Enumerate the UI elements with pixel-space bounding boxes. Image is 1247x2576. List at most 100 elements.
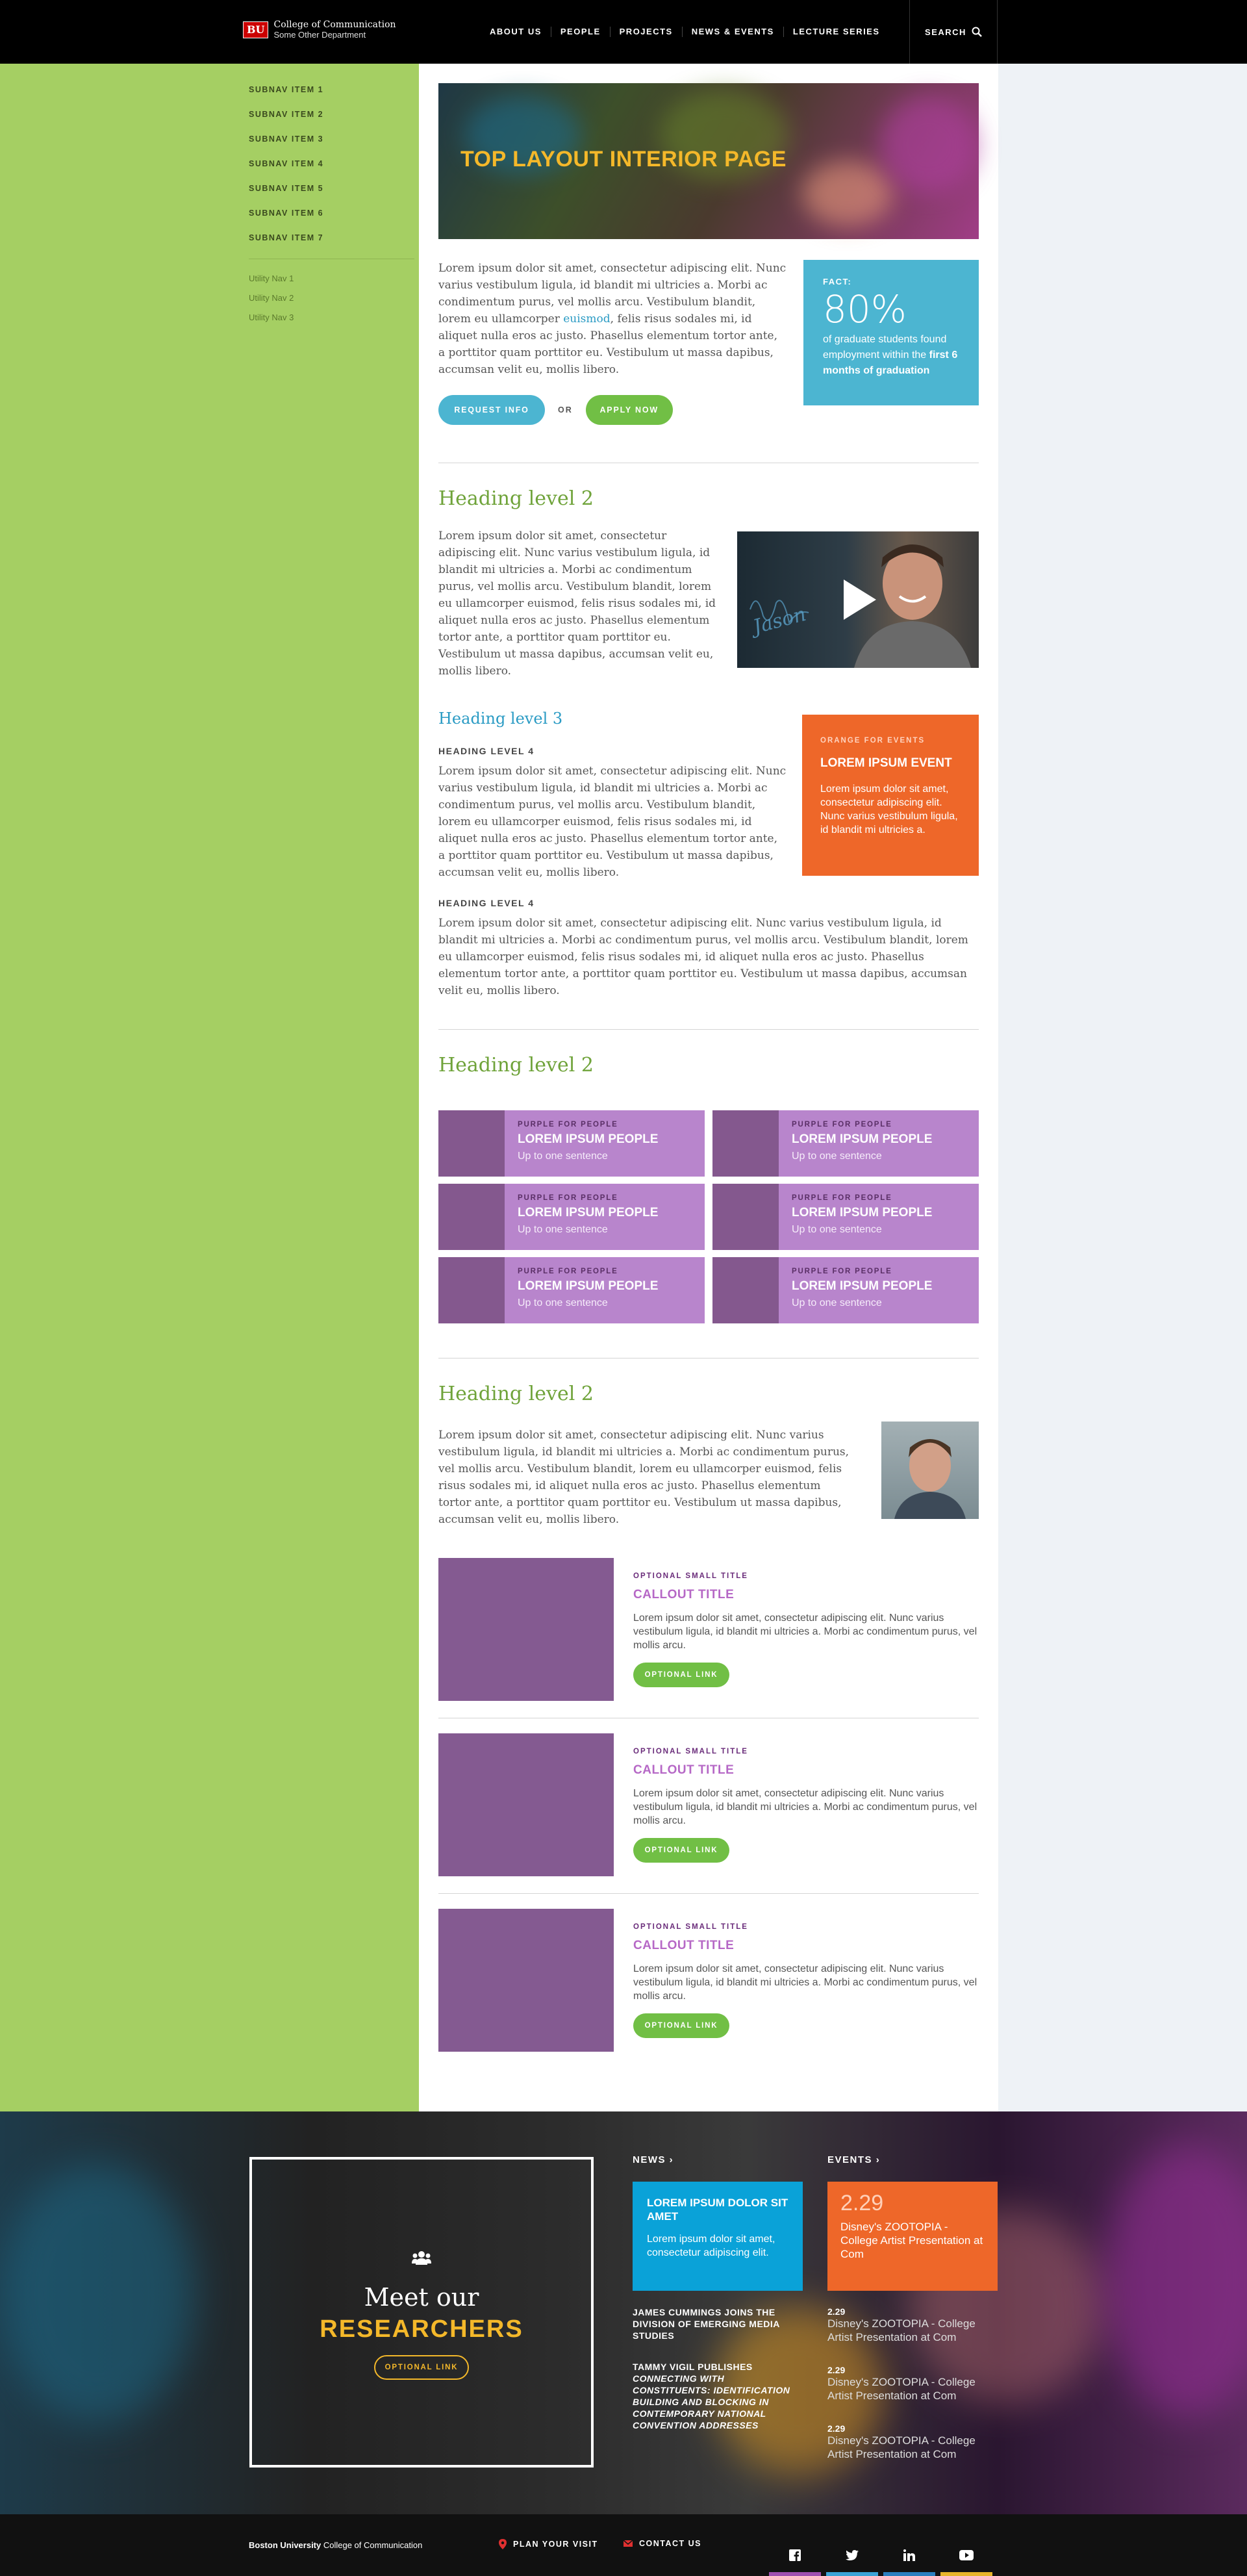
nav-news-events[interactable]: NEWS & EVENTS xyxy=(683,27,784,37)
callout-image xyxy=(438,1909,614,2052)
map-pin-icon xyxy=(499,2539,507,2549)
linkedin-link[interactable] xyxy=(883,2534,935,2576)
people-card[interactable]: PURPLE FOR PEOPLE LOREM IPSUM PEOPLE Up to… xyxy=(712,1184,979,1250)
request-info-button[interactable]: REQUEST INFO xyxy=(438,395,545,425)
utility-nav-2[interactable]: Utility Nav 2 xyxy=(249,293,414,312)
nav-lecture-series[interactable]: LECTURE SERIES xyxy=(784,27,889,37)
footer-wordmark[interactable]: Boston University College of Communicati… xyxy=(249,2540,422,2550)
event-date: 2.29 xyxy=(827,2365,846,2375)
search-icon xyxy=(972,27,982,37)
news-feature-box[interactable]: LOREM IPSUM DOLOR SIT AMET Lorem ipsum d… xyxy=(633,2182,803,2291)
people-card-label: PURPLE FOR PEOPLE xyxy=(792,1121,892,1129)
twitter-link[interactable] xyxy=(826,2534,878,2576)
researchers-promo[interactable]: Meet our RESEARCHERS OPTIONAL LINK xyxy=(249,2157,594,2468)
people-card-sub: Up to one sentence xyxy=(518,1297,608,1308)
news-item[interactable]: JAMES CUMMINGS JOINS THE DIVISION OF EME… xyxy=(633,2306,803,2341)
play-icon[interactable] xyxy=(844,580,876,620)
heading-level-2: Heading level 2 xyxy=(438,1054,594,1077)
search-label: SEARCH xyxy=(925,27,966,37)
site-logo[interactable]: BU College of Communication Some Other D… xyxy=(243,19,396,40)
subnav-item-5[interactable]: SUBNAV ITEM 5 xyxy=(249,182,414,207)
twitter-icon xyxy=(846,2549,859,2560)
event-text: Disney's ZOOTOPIA - College Artist Prese… xyxy=(827,2317,976,2343)
subnav-item-6[interactable]: SUBNAV ITEM 6 xyxy=(249,207,414,231)
event-callout-text: Lorem ipsum dolor sit amet, consectetur … xyxy=(820,784,958,835)
people-card-sub: Up to one sentence xyxy=(792,1297,882,1308)
people-card-title: LOREM IPSUM PEOPLE xyxy=(518,1279,659,1293)
event-callout-label: ORANGE FOR EVENTS xyxy=(820,737,926,745)
subnav-item-1[interactable]: SUBNAV ITEM 1 xyxy=(249,83,414,108)
events-heading[interactable]: EVENTS › xyxy=(827,2154,880,2165)
people-card-title: LOREM IPSUM PEOPLE xyxy=(518,1132,659,1146)
intro-link[interactable]: euismod xyxy=(563,312,610,325)
hero-title: TOP LAYOUT INTERIOR PAGE xyxy=(460,147,787,172)
utility-nav-1[interactable]: Utility Nav 1 xyxy=(249,274,414,293)
researchers-link-button[interactable]: OPTIONAL LINK xyxy=(374,2355,469,2380)
fact-number: 80% xyxy=(823,287,907,331)
chevron-right-icon: › xyxy=(669,2154,674,2165)
optional-link-button[interactable]: OPTIONAL LINK xyxy=(633,1838,729,1863)
subnav-item-2[interactable]: SUBNAV ITEM 2 xyxy=(249,108,414,133)
callout-text: Lorem ipsum dolor sit amet, consectetur … xyxy=(633,1788,977,1826)
nav-projects[interactable]: PROJECTS xyxy=(611,27,683,37)
meet-our-text: Meet our xyxy=(364,2283,479,2312)
event-item[interactable]: 2.29 Disney's ZOOTOPIA - College Artist P… xyxy=(827,2365,998,2403)
optional-link-button[interactable]: OPTIONAL LINK xyxy=(633,2013,729,2038)
event-date: 2.29 xyxy=(827,2423,846,2434)
social-color-bar xyxy=(883,2572,935,2576)
people-card-title: LOREM IPSUM PEOPLE xyxy=(518,1206,659,1219)
video-player[interactable]: Jason xyxy=(737,531,979,668)
news-feature-text: Lorem ipsum dolor sit amet, consectetur … xyxy=(647,2234,775,2258)
youtube-link[interactable] xyxy=(940,2534,992,2576)
apply-now-button[interactable]: APPLY NOW xyxy=(585,395,673,425)
nav-people[interactable]: PEOPLE xyxy=(551,27,611,37)
people-card[interactable]: PURPLE FOR PEOPLE LOREM IPSUM PEOPLE Up to… xyxy=(712,1257,979,1323)
callout-title[interactable]: CALLOUT TITLE xyxy=(633,1588,979,1602)
heading-level-2: Heading level 2 xyxy=(438,487,594,510)
people-card-sub: Up to one sentence xyxy=(792,1224,882,1235)
college-name: College of Communication xyxy=(273,19,396,30)
chevron-right-icon: › xyxy=(875,2154,881,2165)
linkedin-icon xyxy=(903,2549,915,2561)
people-card[interactable]: PURPLE FOR PEOPLE LOREM IPSUM PEOPLE Up to… xyxy=(438,1184,705,1250)
event-item[interactable]: 2.29 Disney's ZOOTOPIA - College Artist P… xyxy=(827,2306,998,2344)
footer-feature xyxy=(0,2111,1247,2514)
social-color-bar xyxy=(826,2572,878,2576)
search-button[interactable]: SEARCH xyxy=(909,0,998,64)
subnav-item-7[interactable]: SUBNAV ITEM 7 xyxy=(249,231,414,256)
news-item[interactable]: TAMMY VIGIL PUBLISHES CONNECTING WITH CO… xyxy=(633,2361,803,2431)
people-thumbnail xyxy=(712,1110,779,1177)
or-label: OR xyxy=(558,405,573,414)
people-thumbnail xyxy=(712,1257,779,1323)
news-feature-title: LOREM IPSUM DOLOR SIT AMET xyxy=(647,2197,788,2223)
researchers-text: RESEARCHERS xyxy=(320,2315,523,2343)
event-item[interactable]: 2.29 Disney's ZOOTOPIA - College Artist P… xyxy=(827,2423,998,2461)
event-callout[interactable]: ORANGE FOR EVENTS LOREM IPSUM EVENT Lore… xyxy=(802,715,979,876)
cta-row: REQUEST INFO OR APPLY NOW xyxy=(438,395,673,425)
people-card[interactable]: PURPLE FOR PEOPLE LOREM IPSUM PEOPLE Up to… xyxy=(438,1257,705,1323)
optional-link-button[interactable]: OPTIONAL LINK xyxy=(633,1663,729,1687)
callout-text: Lorem ipsum dolor sit amet, consectetur … xyxy=(633,1613,977,1651)
portrait-photo xyxy=(881,1422,979,1519)
event-feature-box[interactable]: 2.29 Disney's ZOOTOPIA - College Artist … xyxy=(827,2182,998,2291)
footer-bar: Boston University College of Communicati… xyxy=(0,2514,1247,2576)
main-nav: ABOUT US PEOPLE PROJECTS NEWS & EVENTS L… xyxy=(481,0,889,64)
people-card-label: PURPLE FOR PEOPLE xyxy=(792,1194,892,1202)
social-color-bar xyxy=(940,2572,992,2576)
youtube-icon xyxy=(959,2549,974,2560)
callout-title[interactable]: CALLOUT TITLE xyxy=(633,1939,979,1953)
people-card[interactable]: PURPLE FOR PEOPLE LOREM IPSUM PEOPLE Up to… xyxy=(712,1110,979,1177)
contact-us-link[interactable]: CONTACT US xyxy=(624,2539,701,2548)
people-card[interactable]: PURPLE FOR PEOPLE LOREM IPSUM PEOPLE Up to… xyxy=(438,1110,705,1177)
plan-visit-link[interactable]: PLAN YOUR VISIT xyxy=(499,2539,598,2549)
nav-about-us[interactable]: ABOUT US xyxy=(481,27,551,37)
callout-title[interactable]: CALLOUT TITLE xyxy=(633,1763,979,1778)
fact-text: of graduate students found employment wi… xyxy=(823,334,958,376)
subnav-item-3[interactable]: SUBNAV ITEM 3 xyxy=(249,133,414,157)
utility-nav-3[interactable]: Utility Nav 3 xyxy=(249,312,414,332)
callout-small-title: OPTIONAL SMALL TITLE xyxy=(633,1923,748,1931)
callout-divider xyxy=(438,1893,979,1894)
subnav-item-4[interactable]: SUBNAV ITEM 4 xyxy=(249,157,414,182)
news-heading[interactable]: NEWS › xyxy=(633,2154,674,2165)
facebook-link[interactable] xyxy=(769,2534,821,2576)
